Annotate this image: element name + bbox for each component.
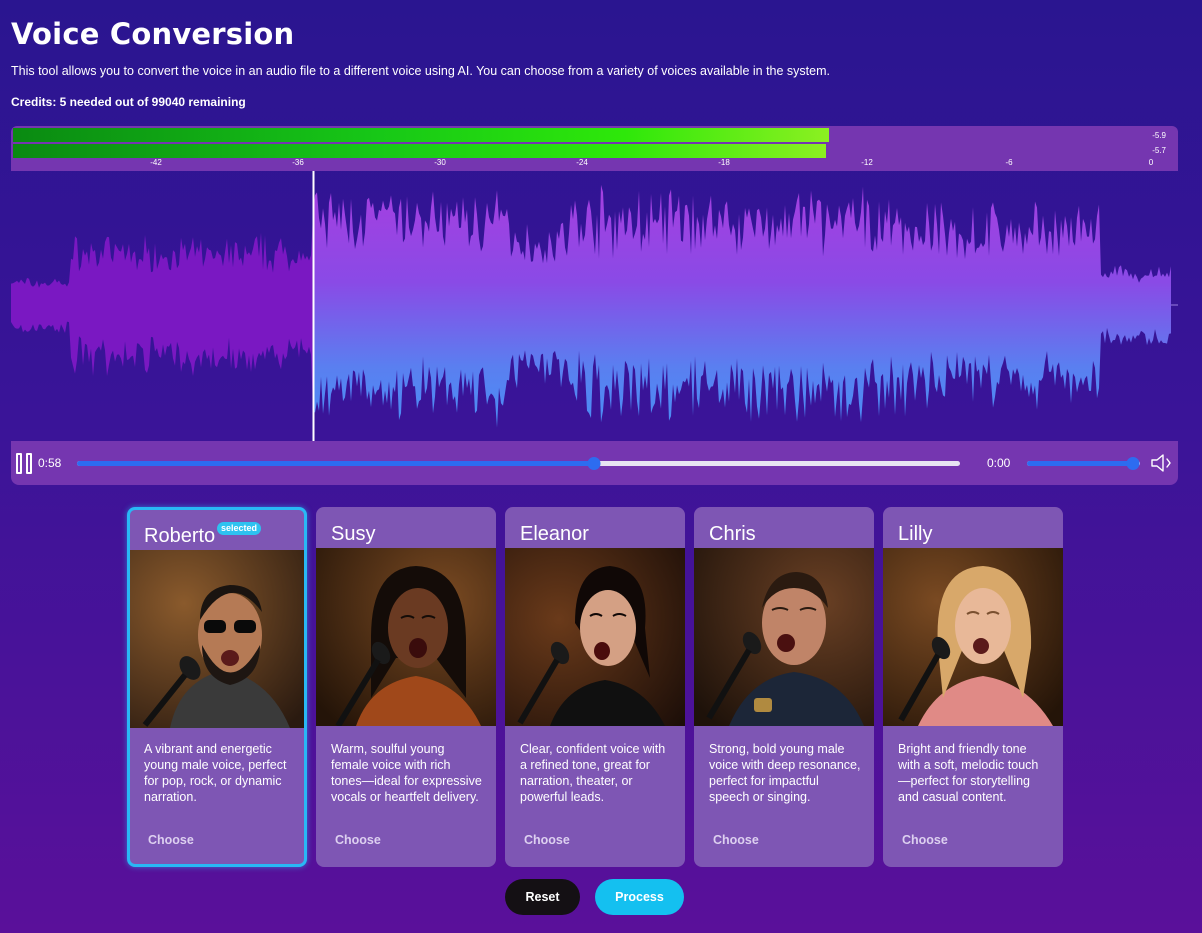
meter-tick: -42 [150, 158, 162, 167]
waveform-played [11, 213, 313, 410]
choose-button[interactable]: Choose [713, 833, 759, 847]
voice-name: Chris [709, 523, 756, 545]
meter-tick: -24 [576, 158, 588, 167]
choose-button[interactable]: Choose [335, 833, 381, 847]
waveform-unplayed [313, 184, 1171, 428]
susy-portrait [316, 548, 496, 726]
voice-name: Susy [331, 523, 376, 545]
process-button[interactable]: Process [595, 879, 684, 915]
voice-description: Warm, soulful young female voice with ri… [331, 742, 482, 804]
voice-card-roberto[interactable]: Roberto selected A vibrant and energetic… [127, 507, 307, 867]
eleanor-portrait [505, 548, 685, 726]
seek-progress [77, 461, 594, 466]
peak-label-right: -5.7 [1152, 146, 1166, 155]
voice-card-chris[interactable]: Chris Strong, bold young male voice with… [694, 507, 874, 867]
meter-tick: -30 [434, 158, 446, 167]
choose-button[interactable]: Choose [148, 833, 194, 847]
voice-name: Roberto [144, 525, 216, 547]
meter-tick: 0 [1148, 158, 1154, 167]
speaker-icon[interactable] [1149, 451, 1173, 475]
audio-player: 0:58 0:00 [11, 441, 1178, 485]
choose-button[interactable]: Choose [902, 833, 948, 847]
page-title: Voice Conversion [11, 17, 295, 51]
voice-description: Bright and friendly tone with a soft, me… [898, 742, 1039, 804]
volume-slider[interactable] [1027, 457, 1140, 470]
level-meter: -5.9 -5.7 -42 -36 -30 -24 -18 -12 -6 0 [11, 126, 1178, 171]
reset-button[interactable]: Reset [505, 879, 580, 915]
voice-card-lilly[interactable]: Lilly Bright and friendly tone with a so… [883, 507, 1063, 867]
voice-name: Lilly [898, 523, 933, 545]
lilly-portrait [883, 548, 1063, 726]
meter-tick: -6 [1005, 158, 1013, 167]
voice-description: A vibrant and energetic young male voice… [144, 742, 287, 804]
voice-description: Strong, bold young male voice with deep … [709, 742, 861, 804]
voice-card-susy[interactable]: Susy Warm, soulful young female voice wi… [316, 507, 496, 867]
peak-label-left: -5.9 [1152, 131, 1166, 140]
level-bar-left [13, 128, 829, 142]
seek-knob[interactable] [587, 457, 601, 470]
page-description: This tool allows you to convert the voic… [11, 64, 830, 78]
credits-text: Credits: 5 needed out of 99040 remaining [11, 95, 246, 109]
meter-tick: -36 [292, 158, 304, 167]
volume-knob[interactable] [1126, 457, 1140, 470]
pause-icon[interactable] [16, 453, 32, 474]
volume-level [1027, 461, 1133, 466]
voice-card-eleanor[interactable]: Eleanor Clear, confident voice with a re… [505, 507, 685, 867]
selected-badge: selected [217, 522, 262, 535]
current-time: 0:58 [38, 456, 62, 470]
waveform[interactable] [11, 171, 1178, 441]
remaining-time: 0:00 [987, 456, 1011, 470]
voice-name: Eleanor [520, 523, 589, 545]
chris-portrait [694, 548, 874, 726]
level-bar-right [13, 144, 826, 158]
voice-description: Clear, confident voice with a refined to… [520, 742, 666, 804]
seek-slider[interactable] [77, 457, 960, 470]
meter-tick: -12 [861, 158, 873, 167]
meter-tick: -18 [718, 158, 730, 167]
roberto-portrait [130, 550, 304, 728]
choose-button[interactable]: Choose [524, 833, 570, 847]
